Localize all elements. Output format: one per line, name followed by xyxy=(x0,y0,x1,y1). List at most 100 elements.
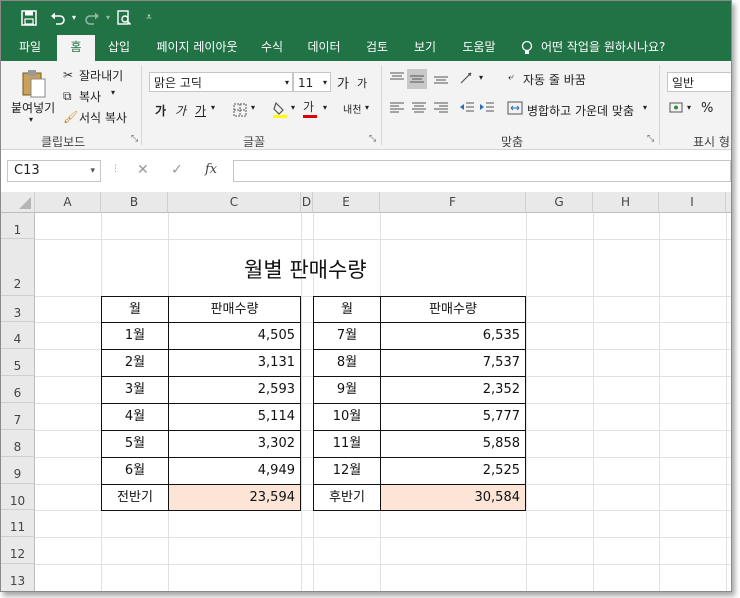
table-total-label[interactable]: 전반기 xyxy=(101,484,169,511)
decrease-indent-icon[interactable] xyxy=(459,101,475,119)
font-size-combo[interactable]: 11 ▾ xyxy=(293,72,331,92)
undo-icon[interactable] xyxy=(47,7,69,29)
name-box[interactable]: C13 ▾ xyxy=(7,160,101,182)
formula-input[interactable] xyxy=(233,160,731,182)
table-cell-qty[interactable]: 7,537 xyxy=(380,349,526,377)
merge-dropdown-icon[interactable]: ▾ xyxy=(643,103,647,112)
wrap-text-button[interactable]: 자동 줄 바꿈 xyxy=(523,71,586,88)
print-preview-icon[interactable] xyxy=(113,7,135,29)
increase-indent-icon[interactable] xyxy=(479,101,495,119)
copy-icon[interactable]: ⧉ xyxy=(63,88,72,104)
orientation-icon[interactable] xyxy=(459,71,477,89)
copy-button[interactable]: 복사 xyxy=(79,88,101,105)
row-header-12[interactable]: 12 xyxy=(1,537,35,564)
align-middle-icon[interactable] xyxy=(407,69,427,89)
table-cell-qty[interactable]: 5,777 xyxy=(380,403,526,431)
table-cell-month[interactable]: 11월 xyxy=(313,430,381,458)
tab-formulas[interactable]: 수식 xyxy=(253,35,291,61)
row-header-2[interactable]: 2 xyxy=(1,239,35,296)
table-cell-month[interactable]: 3월 xyxy=(101,376,169,404)
align-center-icon[interactable] xyxy=(411,101,427,119)
enter-icon[interactable]: ✓ xyxy=(171,162,183,178)
decrease-font-size-button[interactable]: 가 xyxy=(357,75,367,91)
row-header-3[interactable]: 3 xyxy=(1,296,35,322)
table-cell-qty[interactable]: 4,949 xyxy=(168,457,301,485)
column-header-d[interactable]: D xyxy=(301,192,313,213)
accounting-format-icon[interactable] xyxy=(669,101,685,119)
table-cell-month[interactable]: 1월 xyxy=(101,322,169,350)
copy-dropdown-icon[interactable]: ▾ xyxy=(111,88,115,97)
redo-dropdown-icon[interactable]: ▾ xyxy=(103,7,113,29)
accounting-dropdown-icon[interactable]: ▾ xyxy=(687,103,691,112)
column-header-e[interactable]: E xyxy=(313,192,380,213)
tab-home[interactable]: 홈 xyxy=(57,35,95,61)
tab-page-layout[interactable]: 페이지 레이아웃 xyxy=(145,35,249,61)
phonetic-button[interactable]: 내천 xyxy=(343,101,361,116)
drag-handle-icon[interactable]: ⋮ xyxy=(111,164,120,174)
row-header-1[interactable]: 1 xyxy=(1,213,35,239)
align-top-icon[interactable] xyxy=(389,71,405,89)
italic-button[interactable]: 가 xyxy=(175,102,186,119)
align-right-icon[interactable] xyxy=(433,101,449,119)
table-cell-month[interactable]: 7월 xyxy=(313,322,381,350)
table-cell-qty[interactable]: 5,114 xyxy=(168,403,301,431)
bold-button[interactable]: 가 xyxy=(155,102,166,119)
align-bottom-icon[interactable] xyxy=(433,71,449,89)
table-cell-month[interactable]: 9월 xyxy=(313,376,381,404)
format-painter-button[interactable]: 서식 복사 xyxy=(79,109,127,126)
merge-center-icon[interactable] xyxy=(507,101,523,119)
row-header-7[interactable]: 7 xyxy=(1,403,35,430)
phonetic-dropdown-icon[interactable]: ▾ xyxy=(365,103,369,112)
table-header-month[interactable]: 월 xyxy=(101,296,169,323)
table-header-month[interactable]: 월 xyxy=(313,296,381,323)
table-cell-qty[interactable]: 4,505 xyxy=(168,322,301,350)
font-color-icon[interactable]: 가 xyxy=(303,99,317,118)
table-cell-month[interactable]: 2월 xyxy=(101,349,169,377)
table-total-value[interactable]: 30,584 xyxy=(380,484,526,511)
table-cell-month[interactable]: 4월 xyxy=(101,403,169,431)
column-header-i[interactable]: I xyxy=(659,192,726,213)
redo-icon[interactable] xyxy=(81,7,103,29)
tab-file[interactable]: 파일 xyxy=(9,35,51,61)
format-painter-icon[interactable]: 🖌 xyxy=(63,109,78,125)
tab-help[interactable]: 도움말 xyxy=(453,35,505,61)
table-cell-month[interactable]: 8월 xyxy=(313,349,381,377)
table-cell-month[interactable]: 12월 xyxy=(313,457,381,485)
alignment-launcher-icon[interactable]: ⤡ xyxy=(647,134,654,144)
merge-center-button[interactable]: 병합하고 가운데 맞춤 xyxy=(527,102,634,119)
column-header-b[interactable]: B xyxy=(101,192,168,213)
row-header-8[interactable]: 8 xyxy=(1,430,35,457)
column-header-h[interactable]: H xyxy=(593,192,659,213)
number-format-combo[interactable]: 일반 xyxy=(667,72,731,92)
table-cell-month[interactable]: 6월 xyxy=(101,457,169,485)
borders-dropdown-icon[interactable]: ▾ xyxy=(251,103,255,112)
table-cell-qty[interactable]: 3,302 xyxy=(168,430,301,458)
table-cell-qty[interactable]: 3,131 xyxy=(168,349,301,377)
row-header-10[interactable]: 10 xyxy=(1,484,35,510)
align-left-icon[interactable] xyxy=(389,101,405,119)
table-cell-qty[interactable]: 2,593 xyxy=(168,376,301,404)
tell-me-search[interactable]: 어떤 작업을 원하시나요? xyxy=(541,35,677,61)
table-total-label[interactable]: 후반기 xyxy=(313,484,381,511)
fill-color-icon[interactable] xyxy=(273,101,287,123)
column-header-g[interactable]: G xyxy=(526,192,593,213)
row-header-5[interactable]: 5 xyxy=(1,349,35,376)
sheet-title[interactable]: 월별 판매수량 xyxy=(244,254,367,284)
tab-data[interactable]: 데이터 xyxy=(299,35,349,61)
column-header-f[interactable]: F xyxy=(380,192,526,213)
row-header-11[interactable]: 11 xyxy=(1,510,35,537)
clipboard-launcher-icon[interactable]: ⤡ xyxy=(131,134,138,144)
table-cell-qty[interactable]: 2,525 xyxy=(380,457,526,485)
column-header-a[interactable]: A xyxy=(35,192,101,213)
table-header-qty[interactable]: 판매수량 xyxy=(168,296,301,323)
percent-button[interactable]: % xyxy=(701,101,713,116)
table-cell-qty[interactable]: 5,858 xyxy=(380,430,526,458)
orientation-dropdown-icon[interactable]: ▾ xyxy=(479,73,483,82)
paste-button[interactable]: 붙여넣기 xyxy=(11,99,55,116)
table-total-value[interactable]: 23,594 xyxy=(168,484,301,511)
paste-dropdown-icon[interactable]: ▾ xyxy=(29,115,33,124)
column-header-c[interactable]: C xyxy=(168,192,301,213)
row-header-4[interactable]: 4 xyxy=(1,322,35,349)
table-header-qty[interactable]: 판매수량 xyxy=(380,296,526,323)
paste-icon[interactable] xyxy=(21,69,47,103)
